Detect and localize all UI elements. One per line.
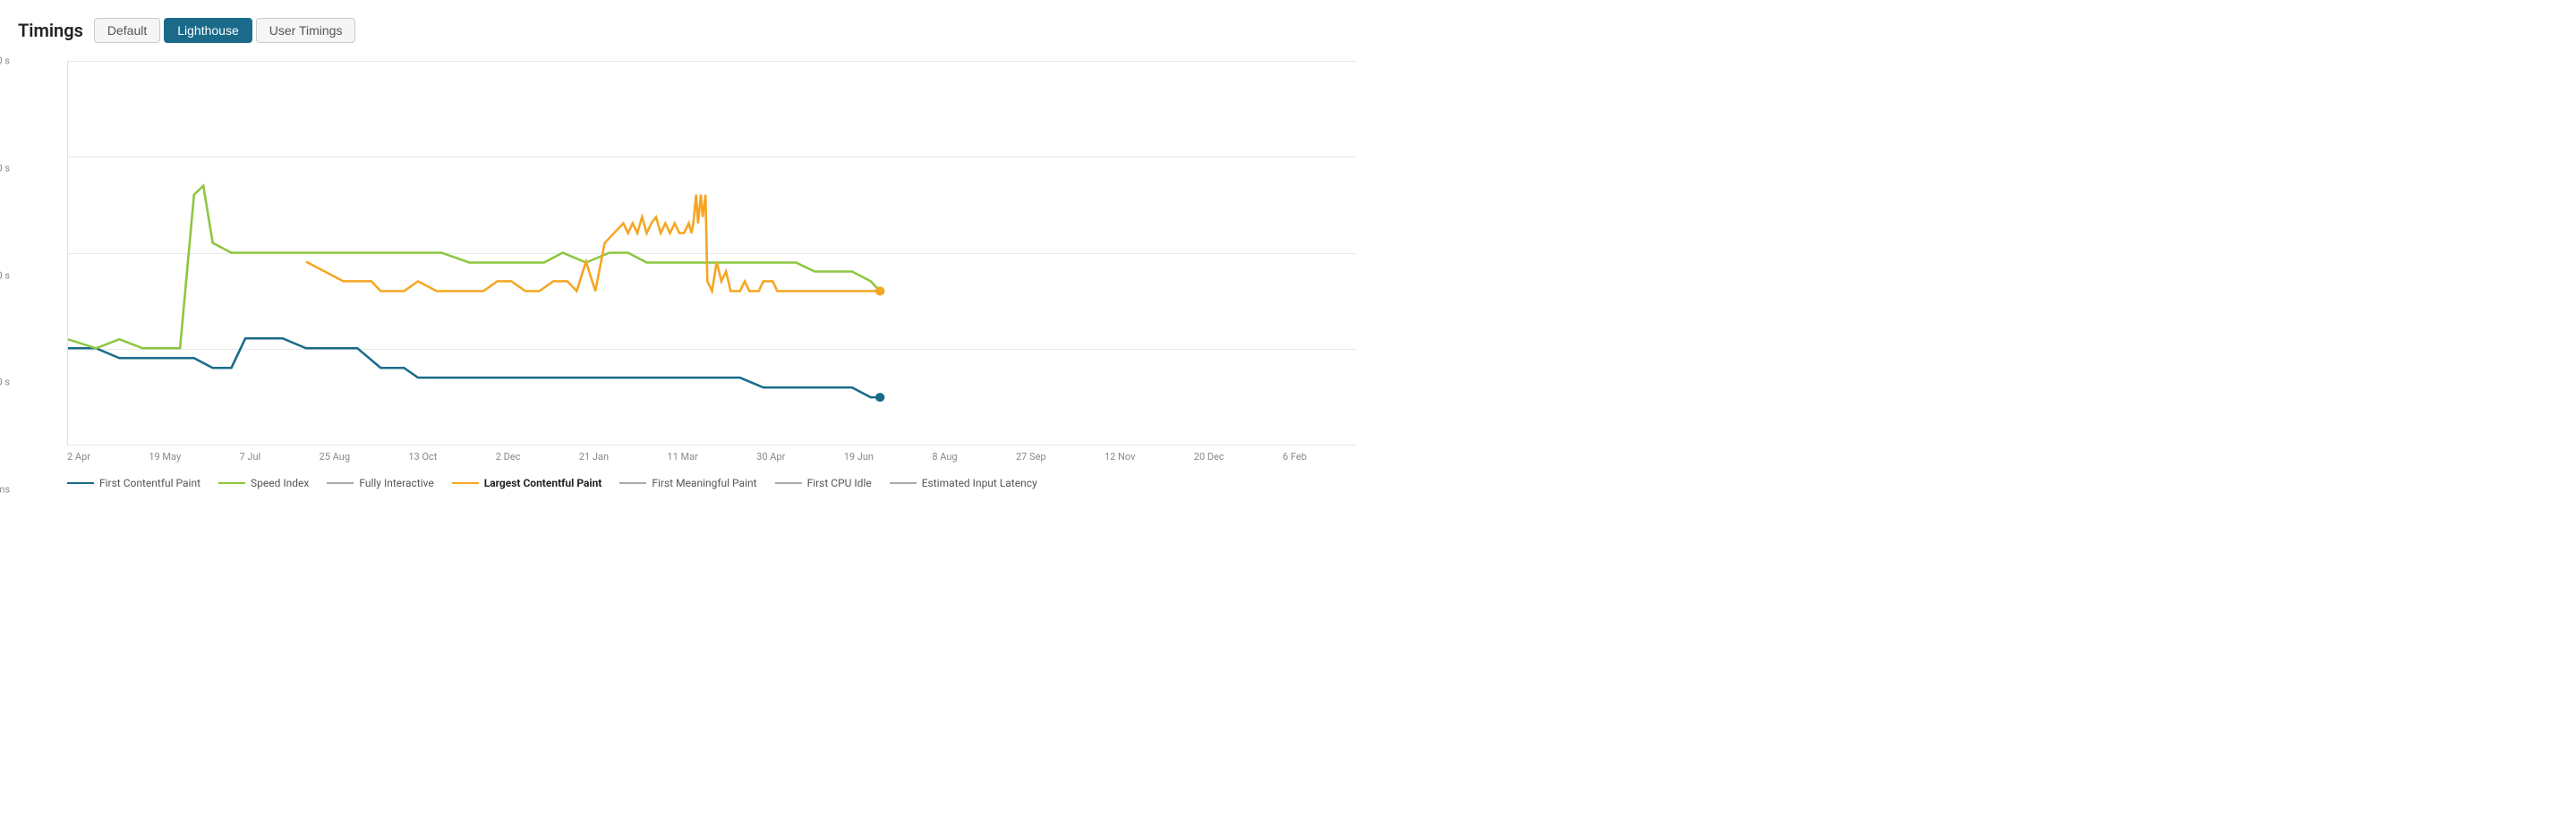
line-largest-contentful-paint: [306, 195, 880, 292]
chart-svg: [68, 61, 1356, 445]
x-label-8: 30 Apr: [756, 451, 785, 463]
x-label-10: 8 Aug: [932, 451, 957, 463]
legend-eil: Estimated Input Latency: [890, 477, 1037, 489]
legend-label-fi: Fully Interactive: [359, 477, 433, 489]
legend-label-lcp: Largest Contentful Paint: [484, 477, 602, 489]
legend-label-si: Speed Index: [251, 477, 309, 489]
page-title: Timings: [18, 20, 83, 41]
x-label-9: 19 Jun: [844, 451, 874, 463]
legend: First Contentful Paint Speed Index Fully…: [67, 477, 1307, 489]
x-label-7: 11 Mar: [667, 451, 697, 463]
x-label-3: 25 Aug: [320, 451, 350, 463]
legend-label-fmp: First Meaningful Paint: [652, 477, 756, 489]
y-label-5: 5.0 s: [0, 377, 10, 388]
dot-lcp: [875, 286, 884, 295]
legend-line-fcpu: [775, 482, 802, 484]
legend-line-eil: [890, 482, 917, 484]
x-label-4: 13 Oct: [408, 451, 437, 463]
tab-user-timings[interactable]: User Timings: [256, 18, 356, 43]
x-label-0: 2 Apr: [67, 451, 90, 463]
legend-fcp: First Contentful Paint: [67, 477, 200, 489]
x-label-1: 19 May: [149, 451, 181, 463]
legend-line-fi: [327, 482, 354, 484]
y-label-20: 20.0 s: [0, 55, 10, 67]
y-label-0: 0 ms: [0, 484, 10, 496]
x-label-5: 2 Dec: [496, 451, 521, 463]
tab-lighthouse[interactable]: Lighthouse: [164, 18, 252, 43]
legend-line-fcp: [67, 482, 94, 484]
legend-line-fmp: [619, 482, 646, 484]
page-container: Timings Default Lighthouse User Timings …: [18, 18, 1307, 489]
x-label-2: 7 Jul: [240, 451, 261, 463]
header: Timings Default Lighthouse User Timings: [18, 18, 1307, 43]
line-speed-index: [68, 186, 880, 349]
grid-line-0: [68, 445, 1356, 446]
y-axis: 20.0 s 15.0 s 10.0 s 5.0 s 0 ms: [0, 61, 13, 489]
tab-group: Default Lighthouse User Timings: [94, 18, 356, 43]
x-label-14: 6 Feb: [1283, 451, 1307, 463]
legend-fi: Fully Interactive: [327, 477, 433, 489]
legend-label-fcpu: First CPU Idle: [807, 477, 872, 489]
legend-line-lcp: [452, 482, 479, 484]
legend-label-eil: Estimated Input Latency: [922, 477, 1037, 489]
y-label-10: 10.0 s: [0, 269, 10, 281]
chart-area: [67, 61, 1356, 446]
legend-fmp: First Meaningful Paint: [619, 477, 756, 489]
x-label-11: 27 Sep: [1016, 451, 1046, 463]
legend-label-fcp: First Contentful Paint: [99, 477, 200, 489]
line-first-contentful-paint: [68, 338, 880, 397]
x-label-12: 12 Nov: [1105, 451, 1135, 463]
dot-fcp: [875, 393, 884, 402]
legend-line-si: [218, 482, 245, 484]
tab-default[interactable]: Default: [94, 18, 160, 43]
y-label-15: 15.0 s: [0, 162, 10, 174]
x-axis: 2 Apr 19 May 7 Jul 25 Aug 13 Oct 2 Dec 2…: [67, 451, 1307, 463]
x-label-13: 20 Dec: [1194, 451, 1224, 463]
legend-lcp: Largest Contentful Paint: [452, 477, 602, 489]
legend-si: Speed Index: [218, 477, 309, 489]
legend-fcpu: First CPU Idle: [775, 477, 872, 489]
x-label-6: 21 Jan: [579, 451, 609, 463]
